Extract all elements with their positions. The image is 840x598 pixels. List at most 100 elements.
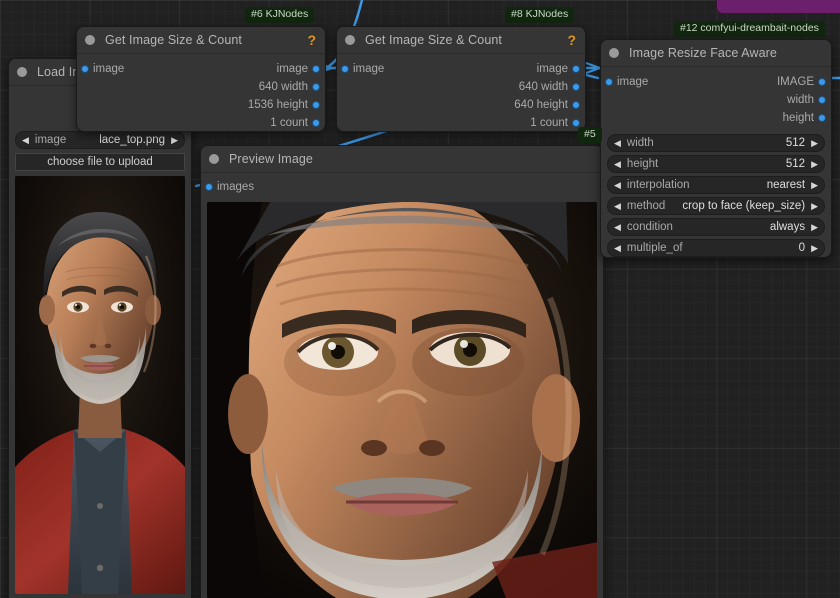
chevron-right-icon[interactable]: ▶ (811, 222, 818, 232)
badge-node-6: #6 KJNodes (245, 7, 315, 23)
image-resize-title-bar[interactable]: Image Resize Face Aware (601, 40, 831, 67)
node-graph-canvas[interactable]: Load Im ◀ image lace_top.png ▶ choose fi… (0, 0, 840, 598)
portrait-image (15, 176, 185, 594)
output-slot-label: image (536, 63, 568, 75)
chevron-right-icon[interactable]: ▶ (811, 138, 818, 148)
purple-node-sliver[interactable] (716, 0, 840, 14)
output-port-dot[interactable] (572, 83, 580, 91)
image-resize-title: Image Resize Face Aware (629, 46, 777, 60)
chevron-right-icon[interactable]: ▶ (811, 243, 818, 253)
get-size-8-title-bar[interactable]: Get Image Size & Count ? (337, 27, 585, 54)
widget-width[interactable]: ◀ width 512 ▶ (607, 134, 825, 152)
collapse-dot-icon[interactable] (17, 67, 27, 77)
output-port-dot[interactable] (312, 65, 320, 73)
collapse-dot-icon[interactable] (609, 48, 619, 58)
cropped-face-image (207, 202, 597, 598)
chevron-left-icon[interactable]: ◀ (614, 138, 621, 148)
output-port-dot[interactable] (818, 78, 826, 86)
output-slot-label: width (787, 94, 814, 106)
widget-multiple-of-label: multiple_of (626, 242, 683, 254)
output-port-dot[interactable] (312, 101, 320, 109)
get-size-6-body: image image 640 width 1536 height 1 coun… (77, 60, 325, 138)
widget-interpolation-label: interpolation (626, 179, 690, 191)
output-port-dot[interactable] (312, 83, 320, 91)
output-slot-height[interactable]: height (601, 109, 831, 127)
output-port-dot[interactable] (818, 114, 826, 122)
widget-interpolation[interactable]: ◀ interpolation nearest ▶ (607, 176, 825, 194)
output-slot-label: IMAGE (776, 76, 814, 88)
choose-file-to-upload-button[interactable]: choose file to upload (15, 153, 185, 171)
widget-width-value: 512 (785, 137, 806, 149)
chevron-left-icon[interactable]: ◀ (614, 222, 621, 232)
output-slot-height[interactable]: 1536 height (77, 96, 325, 114)
output-slot-image[interactable]: image (337, 60, 585, 78)
output-slot-image[interactable]: image (77, 60, 325, 78)
chevron-right-icon[interactable]: ▶ (811, 201, 818, 211)
widget-height[interactable]: ◀ height 512 ▶ (607, 155, 825, 173)
widget-method-value: crop to face (keep_size) (682, 200, 806, 212)
node-load-image[interactable]: Load Im ◀ image lace_top.png ▶ choose fi… (8, 58, 192, 598)
preview-image-title-bar[interactable]: Preview Image (201, 146, 603, 173)
node-image-resize-face-aware[interactable]: Image Resize Face Aware image IMAGE widt… (600, 39, 832, 258)
collapse-dot-icon[interactable] (209, 154, 219, 164)
input-slot-images[interactable]: images (201, 178, 603, 196)
output-port-dot[interactable] (312, 119, 320, 127)
input-slot-label: images (217, 181, 255, 193)
output-slot-image[interactable]: IMAGE (601, 73, 831, 91)
widget-multiple-of-value: 0 (798, 242, 806, 254)
collapse-dot-icon[interactable] (345, 35, 355, 45)
node-get-image-size-count-8[interactable]: Get Image Size & Count ? image image 640… (336, 26, 586, 132)
output-slot-label: 640 height (514, 99, 568, 111)
badge-node-12: #12 comfyui-dreambait-nodes (674, 21, 825, 37)
chevron-left-icon[interactable]: ◀ (614, 159, 621, 169)
collapse-dot-icon[interactable] (85, 35, 95, 45)
help-icon[interactable]: ? (307, 33, 316, 47)
widget-multiple-of[interactable]: ◀ multiple_of 0 ▶ (607, 239, 825, 257)
output-slot-width[interactable]: 640 width (337, 78, 585, 96)
widget-image-label: image (34, 134, 67, 146)
output-slot-label: 1 count (270, 117, 308, 129)
widget-condition[interactable]: ◀ condition always ▶ (607, 218, 825, 236)
output-slot-label: 1536 height (247, 99, 308, 111)
output-port-dot[interactable] (818, 96, 826, 104)
widget-height-value: 512 (785, 158, 806, 170)
output-port-dot[interactable] (572, 65, 580, 73)
output-slot-width[interactable]: width (601, 91, 831, 109)
preview-image-result (207, 202, 597, 598)
output-slot-label: 1 count (530, 117, 568, 129)
chevron-left-icon[interactable]: ◀ (614, 180, 621, 190)
chevron-left-icon[interactable]: ◀ (614, 201, 621, 211)
link-wire-arrow-b (585, 62, 603, 74)
node-preview-image[interactable]: Preview Image images (200, 145, 604, 598)
output-slot-label: height (782, 112, 814, 124)
badge-node-8: #8 KJNodes (505, 7, 575, 23)
input-port-dot[interactable] (205, 183, 213, 191)
chevron-left-icon[interactable]: ◀ (22, 135, 29, 145)
output-slot-height[interactable]: 640 height (337, 96, 585, 114)
chevron-right-icon[interactable]: ▶ (811, 159, 818, 169)
output-port-dot[interactable] (572, 101, 580, 109)
chevron-right-icon[interactable]: ▶ (811, 180, 818, 190)
output-slot-width[interactable]: 640 width (77, 78, 325, 96)
node-get-image-size-count-6[interactable]: Get Image Size & Count ? image image 640… (76, 26, 326, 132)
widget-condition-value: always (769, 221, 806, 233)
get-size-8-body: image image 640 width 640 height 1 count (337, 60, 585, 138)
chevron-left-icon[interactable]: ◀ (614, 243, 621, 253)
widget-interpolation-value: nearest (766, 179, 806, 191)
widget-condition-label: condition (626, 221, 673, 233)
widget-method-label: method (626, 200, 666, 212)
widget-width-label: width (626, 137, 654, 149)
output-slot-count[interactable]: 1 count (337, 114, 585, 132)
output-slot-label: 640 width (258, 81, 308, 93)
load-image-body: ◀ image lace_top.png ▶ choose file to up… (9, 86, 191, 598)
get-size-8-title: Get Image Size & Count (365, 33, 502, 47)
get-size-6-title-bar[interactable]: Get Image Size & Count ? (77, 27, 325, 54)
load-image-preview-thumbnail (15, 176, 185, 594)
output-slot-count[interactable]: 1 count (77, 114, 325, 132)
output-port-dot[interactable] (572, 119, 580, 127)
widget-height-label: height (626, 158, 659, 170)
image-resize-body: image IMAGE width height ◀ width 512 ▶ ◀… (601, 73, 831, 263)
widget-method[interactable]: ◀ method crop to face (keep_size) ▶ (607, 197, 825, 215)
help-icon[interactable]: ? (567, 33, 576, 47)
output-slot-label: 640 width (518, 81, 568, 93)
